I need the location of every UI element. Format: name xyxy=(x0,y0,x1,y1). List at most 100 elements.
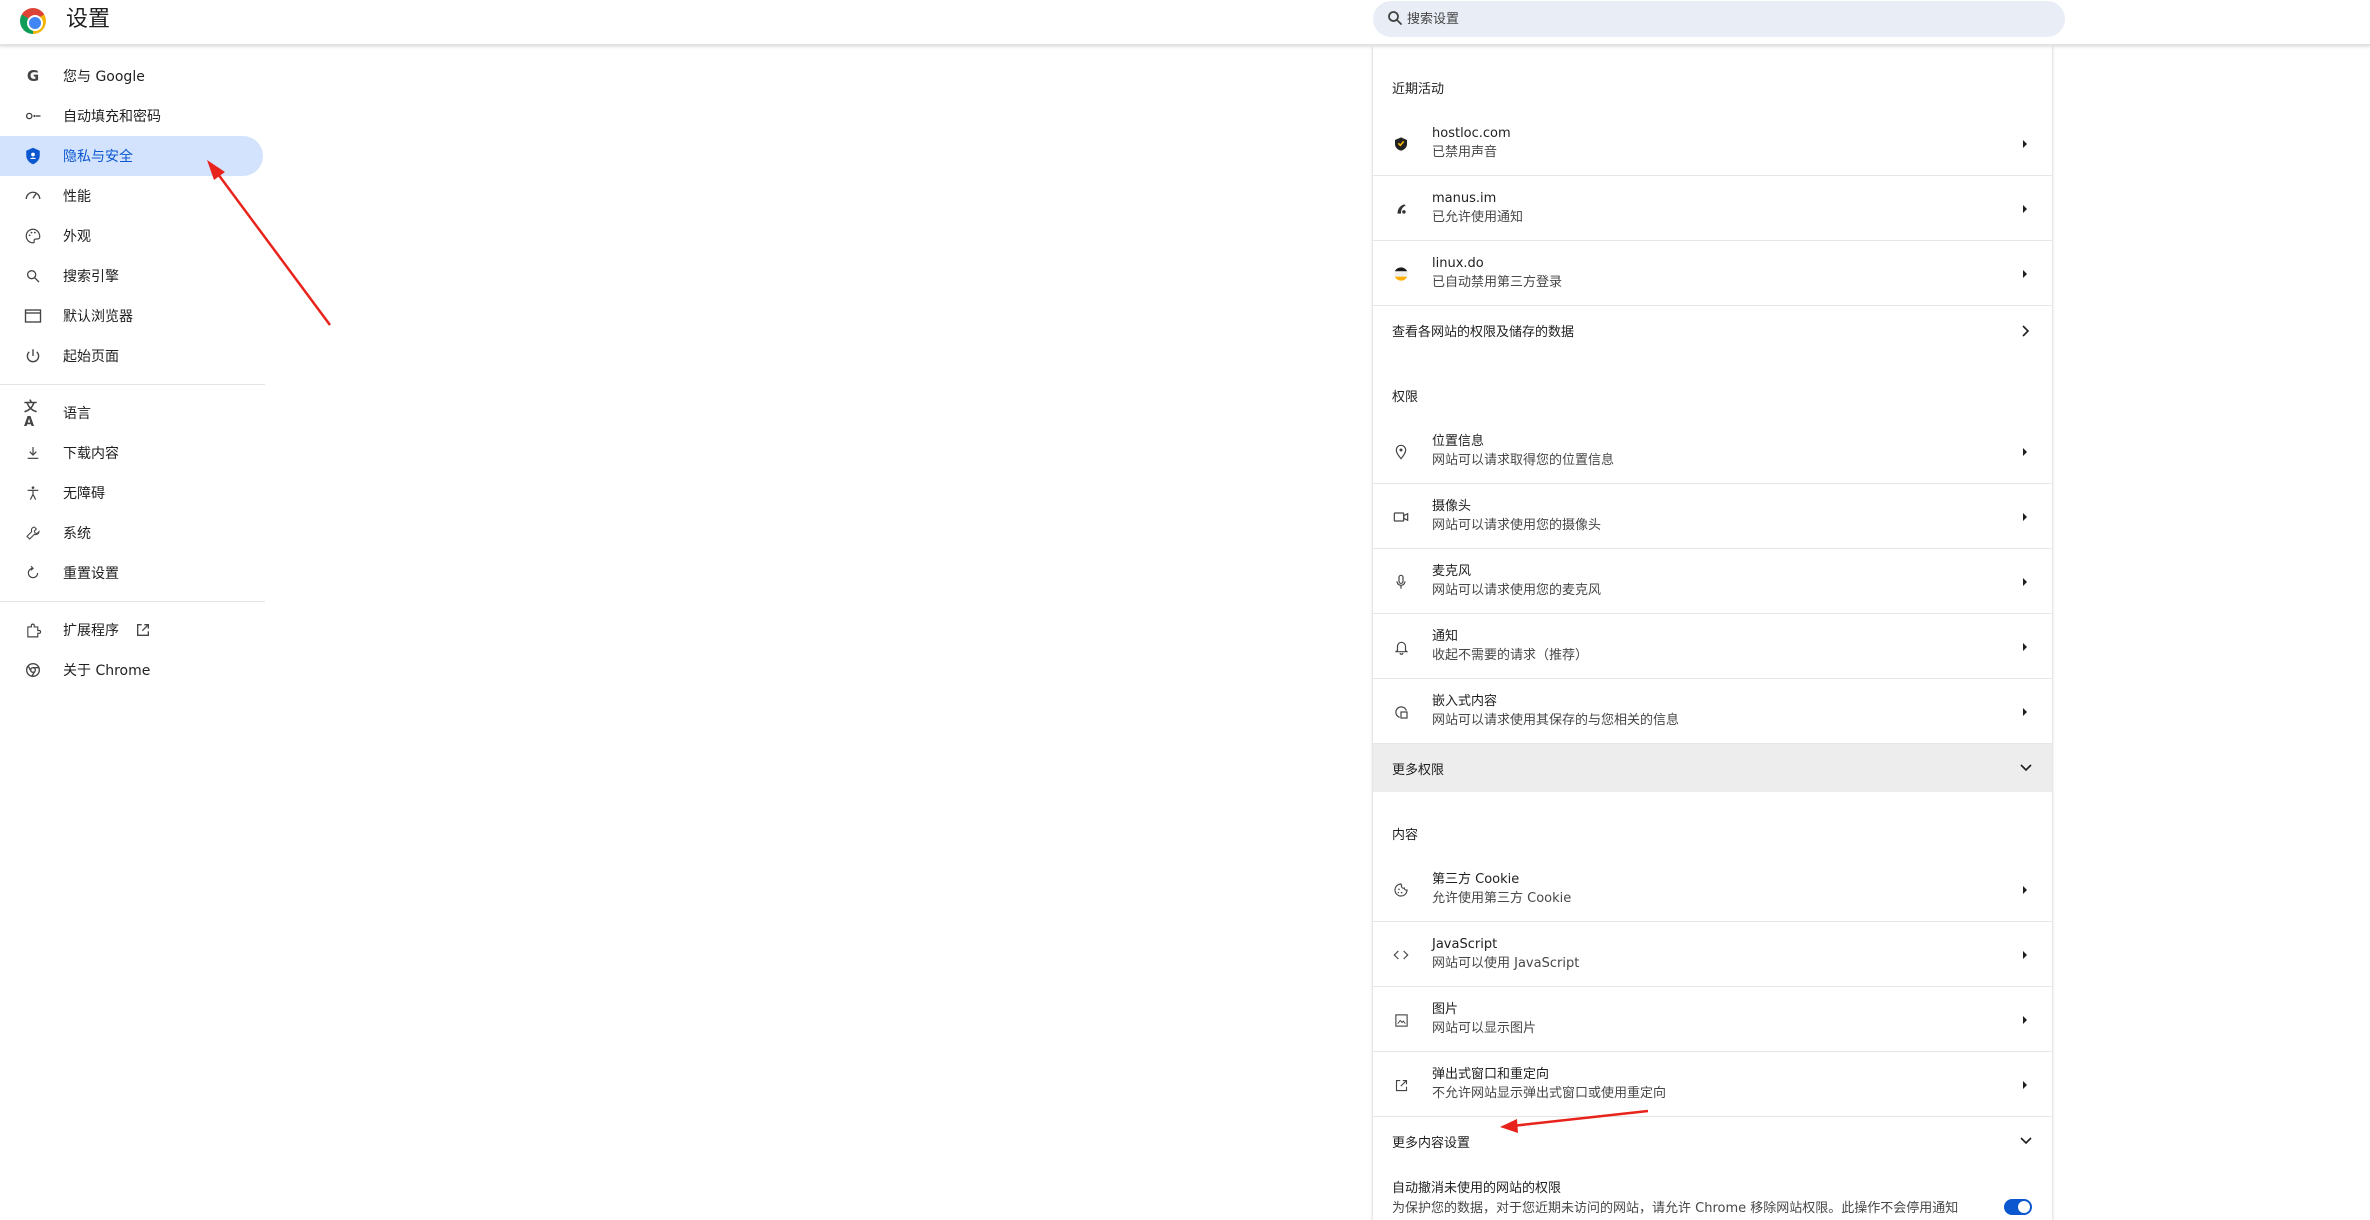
permission-row-notifications[interactable]: 通知 收起不需要的请求（推荐） xyxy=(1373,614,2052,679)
sidebar-item-reset[interactable]: 重置设置 xyxy=(0,553,265,593)
sidebar-item-startup[interactable]: 起始页面 xyxy=(0,336,265,376)
chrome-icon xyxy=(24,661,42,679)
content-title: 第三方 Cookie xyxy=(1432,872,1520,887)
permission-status: 网站可以请求使用其保存的与您相关的信息 xyxy=(1432,713,1680,728)
view-all-site-permissions-row[interactable]: 查看各网站的权限及储存的数据 xyxy=(1373,306,2052,354)
permission-row-embedded-content[interactable]: 嵌入式内容 网站可以请求使用其保存的与您相关的信息 xyxy=(1373,679,2052,744)
sidebar-item-system[interactable]: 系统 xyxy=(0,513,265,553)
content-status: 不允许网站显示弹出式窗口或使用重定向 xyxy=(1432,1086,1667,1101)
open-external-icon xyxy=(137,624,149,636)
site-status: 已禁用声音 xyxy=(1432,145,1498,160)
sidebar: G 您与 Google 自动填充和密码 隐私与安全 性能 外观 搜索引擎 默认浏… xyxy=(0,56,265,690)
more-permissions-expander[interactable]: 更多权限 xyxy=(1373,744,2052,792)
section-heading-permissions: 权限 xyxy=(1392,390,1419,405)
permission-status: 网站可以请求使用您的摄像头 xyxy=(1432,518,1602,533)
sidebar-item-label: 自动填充和密码 xyxy=(63,109,161,125)
chevron-right-icon xyxy=(2022,325,2030,337)
sidebar-item-label: 语言 xyxy=(63,406,91,422)
chevron-down-icon xyxy=(2020,1137,2032,1145)
recent-site-row[interactable]: linux.do 已自动禁用第三方登录 xyxy=(1373,241,2052,306)
chevron-down-icon xyxy=(2020,764,2032,772)
auto-revoke-permissions-setting: 自动撤消未使用的网站的权限 为保护您的数据，对于您近期未访问的网站，请允许 Ch… xyxy=(1373,1165,2052,1220)
chevron-right-icon xyxy=(2023,1081,2027,1089)
shield-icon xyxy=(24,147,42,165)
site-name: linux.do xyxy=(1432,256,1484,271)
site-name: hostloc.com xyxy=(1432,126,1511,141)
sidebar-item-label: 扩展程序 xyxy=(63,623,119,639)
sidebar-item-downloads[interactable]: 下载内容 xyxy=(0,433,265,473)
content-status: 网站可以显示图片 xyxy=(1432,1021,1537,1036)
chevron-right-icon xyxy=(2023,140,2027,148)
cookie-icon xyxy=(1392,881,1410,899)
permission-row-location[interactable]: 位置信息 网站可以请求取得您的位置信息 xyxy=(1373,419,2052,484)
accessibility-icon xyxy=(24,484,42,502)
sidebar-item-label: 系统 xyxy=(63,526,91,542)
permission-status: 收起不需要的请求（推荐） xyxy=(1432,648,1589,663)
camera-icon xyxy=(1392,508,1410,526)
manus-site-icon xyxy=(1392,200,1410,218)
sidebar-item-label: 下载内容 xyxy=(63,446,119,462)
privacy-settings-card: 近期活动 hostloc.com 已禁用声音 manus.im 已允许使用通知 … xyxy=(1373,46,2052,1220)
key-icon xyxy=(24,107,42,125)
location-pin-icon xyxy=(1392,443,1410,461)
sidebar-divider xyxy=(0,384,265,385)
content-title: 弹出式窗口和重定向 xyxy=(1432,1067,1550,1082)
sidebar-item-about-chrome[interactable]: 关于 Chrome xyxy=(0,650,265,690)
sidebar-item-languages[interactable]: 文A 语言 xyxy=(0,393,265,433)
chevron-right-icon xyxy=(2023,578,2027,586)
chrome-logo-icon xyxy=(20,8,46,34)
linuxdo-site-icon xyxy=(1392,265,1410,283)
content-row-images[interactable]: 图片 网站可以显示图片 xyxy=(1373,987,2052,1052)
open-external-icon xyxy=(1392,1076,1410,1094)
embedded-content-icon xyxy=(1392,703,1410,721)
reset-icon xyxy=(24,564,42,582)
power-icon xyxy=(24,347,42,365)
sidebar-item-label: 重置设置 xyxy=(63,566,119,582)
content-row-javascript[interactable]: JavaScript 网站可以使用 JavaScript xyxy=(1373,922,2052,987)
sidebar-item-search-engine[interactable]: 搜索引擎 xyxy=(0,256,265,296)
sidebar-item-default-browser[interactable]: 默认浏览器 xyxy=(0,296,265,336)
code-brackets-icon xyxy=(1392,946,1410,964)
chevron-right-icon xyxy=(2023,643,2027,651)
sidebar-item-you-and-google[interactable]: G 您与 Google xyxy=(0,56,265,96)
content-title: JavaScript xyxy=(1432,937,1498,952)
chevron-right-icon xyxy=(2023,270,2027,278)
site-name: manus.im xyxy=(1432,191,1497,206)
sidebar-item-label: 默认浏览器 xyxy=(63,309,133,325)
sidebar-item-privacy-security[interactable]: 隐私与安全 xyxy=(0,136,263,176)
sidebar-item-label: 无障碍 xyxy=(63,486,105,502)
permission-status: 网站可以请求使用您的麦克风 xyxy=(1432,583,1602,598)
sidebar-item-extensions[interactable]: 扩展程序 xyxy=(0,610,265,650)
sidebar-item-autofill[interactable]: 自动填充和密码 xyxy=(0,96,265,136)
search-icon xyxy=(24,267,42,285)
speedometer-icon xyxy=(24,187,42,205)
settings-page: 设置 G 您与 Google 自动填充和密码 隐私与安全 性能 外观 xyxy=(0,0,2370,1220)
permission-title: 位置信息 xyxy=(1432,434,1485,449)
sidebar-item-accessibility[interactable]: 无障碍 xyxy=(0,473,265,513)
auto-revoke-title: 自动撤消未使用的网站的权限 xyxy=(1392,1181,1562,1196)
wrench-icon xyxy=(24,524,42,542)
sidebar-item-appearance[interactable]: 外观 xyxy=(0,216,265,256)
permission-row-microphone[interactable]: 麦克风 网站可以请求使用您的麦克风 xyxy=(1373,549,2052,614)
permission-row-camera[interactable]: 摄像头 网站可以请求使用您的摄像头 xyxy=(1373,484,2052,549)
page-title: 设置 xyxy=(66,7,111,32)
auto-revoke-toggle[interactable] xyxy=(2004,1199,2032,1215)
sidebar-item-label: 您与 Google xyxy=(63,69,145,85)
content-row-popups-redirects[interactable]: 弹出式窗口和重定向 不允许网站显示弹出式窗口或使用重定向 xyxy=(1373,1052,2052,1117)
bell-icon xyxy=(1392,638,1410,656)
content-row-third-party-cookies[interactable]: 第三方 Cookie 允许使用第三方 Cookie xyxy=(1373,857,2052,922)
search-input[interactable] xyxy=(1407,1,2047,37)
image-icon xyxy=(1392,1011,1410,1029)
search-box[interactable] xyxy=(1373,1,2065,37)
recent-site-row[interactable]: manus.im 已允许使用通知 xyxy=(1373,176,2052,241)
microphone-icon xyxy=(1392,573,1410,591)
permission-status: 网站可以请求取得您的位置信息 xyxy=(1432,453,1615,468)
site-status: 已自动禁用第三方登录 xyxy=(1432,275,1563,290)
section-heading-content: 内容 xyxy=(1392,828,1419,843)
sidebar-item-label: 搜索引擎 xyxy=(63,269,119,285)
sidebar-item-label: 外观 xyxy=(63,229,91,245)
section-heading-recent: 近期活动 xyxy=(1392,82,1445,97)
more-content-settings-expander[interactable]: 更多内容设置 xyxy=(1373,1117,2052,1165)
recent-site-row[interactable]: hostloc.com 已禁用声音 xyxy=(1373,111,2052,176)
sidebar-item-performance[interactable]: 性能 xyxy=(0,176,265,216)
